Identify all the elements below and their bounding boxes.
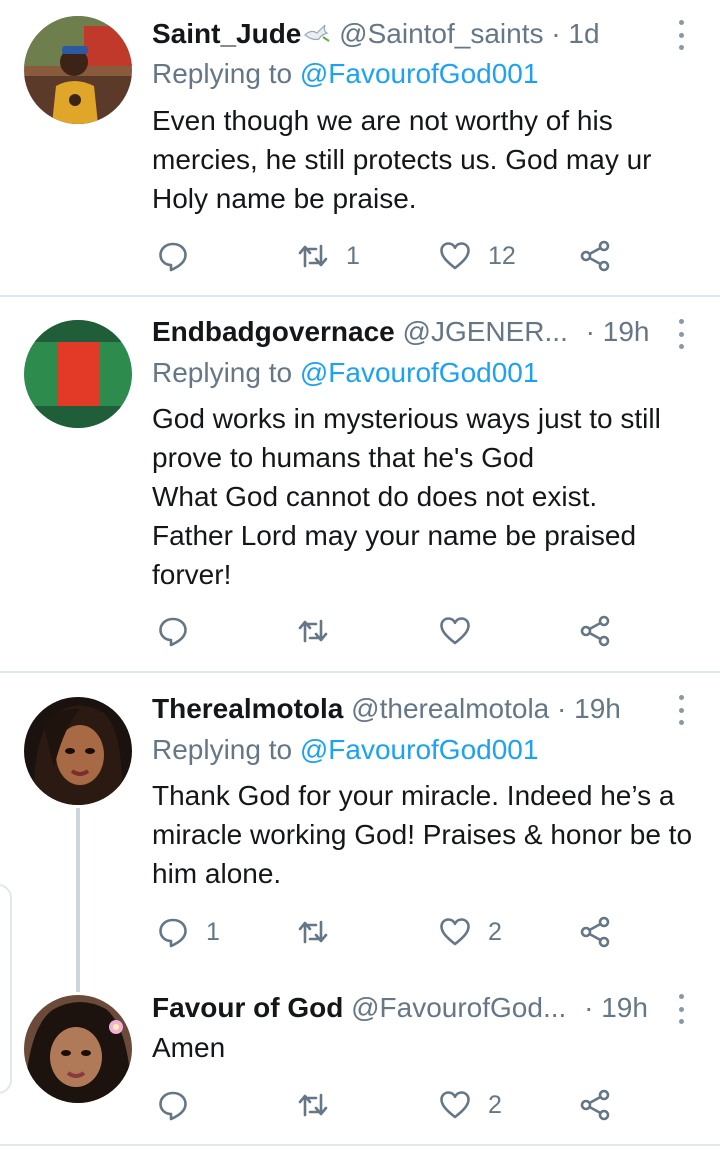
timestamp[interactable]: 19h bbox=[601, 992, 648, 1023]
like-button[interactable]: 12 bbox=[438, 236, 516, 276]
reply-button[interactable] bbox=[156, 611, 190, 651]
share-button[interactable] bbox=[578, 236, 612, 276]
tweet-text: Amen bbox=[152, 1032, 226, 1063]
more-options-icon[interactable] bbox=[676, 695, 686, 725]
replying-prefix: Replying to bbox=[152, 58, 293, 89]
retweet-button[interactable] bbox=[296, 912, 330, 952]
retweet-button[interactable]: 1 bbox=[296, 236, 360, 276]
separator: · bbox=[584, 992, 594, 1023]
tweet-header: Favour of God @FavourofGod... · 19h bbox=[152, 988, 700, 1028]
share-icon bbox=[580, 1089, 610, 1121]
more-options-icon[interactable] bbox=[676, 994, 686, 1024]
reply-button[interactable] bbox=[156, 1085, 190, 1125]
like-button[interactable]: 2 bbox=[438, 1085, 502, 1125]
reply-button[interactable] bbox=[156, 236, 190, 276]
separator: · bbox=[551, 18, 561, 49]
retweet-icon bbox=[298, 920, 328, 944]
user-handle[interactable]: @Saintof_saints bbox=[339, 18, 543, 49]
reply-icon bbox=[159, 918, 187, 948]
mention-link[interactable]: @FavourofGod001 bbox=[300, 357, 539, 388]
more-options-icon[interactable] bbox=[676, 20, 686, 50]
replying-to: Replying to @FavourofGod001 bbox=[152, 730, 538, 770]
separator: · bbox=[585, 316, 595, 347]
retweet-icon bbox=[298, 619, 328, 643]
heart-icon bbox=[440, 242, 470, 270]
heart-icon bbox=[440, 1091, 470, 1119]
replying-to: Replying to @FavourofGod001 bbox=[152, 54, 538, 94]
retweet-count: 1 bbox=[346, 241, 360, 270]
tweet[interactable]: Saint_Jude @Saintof_saints · 1d Replying… bbox=[0, 0, 720, 296]
tweet-header: Saint_Jude @Saintof_saints · 1d bbox=[152, 14, 700, 54]
replying-prefix: Replying to bbox=[152, 734, 293, 765]
share-icon bbox=[580, 916, 610, 948]
heart-icon bbox=[440, 617, 470, 645]
share-button[interactable] bbox=[578, 611, 612, 651]
timestamp[interactable]: 19h bbox=[603, 316, 650, 347]
display-name[interactable]: Therealmotola bbox=[152, 693, 343, 724]
timestamp[interactable]: 19h bbox=[574, 693, 621, 724]
avatar[interactable] bbox=[24, 16, 132, 124]
tweet-header: Therealmotola @therealmotola · 19h bbox=[152, 689, 700, 729]
tweet-header: Endbadgovernace @JGENER... · 19h bbox=[152, 312, 700, 352]
replying-to: Replying to @FavourofGod001 bbox=[152, 353, 538, 393]
like-count: 2 bbox=[488, 917, 502, 946]
replying-prefix: Replying to bbox=[152, 357, 293, 388]
reply-icon bbox=[159, 617, 187, 647]
reply-count: 1 bbox=[206, 917, 220, 946]
divider bbox=[0, 1144, 720, 1146]
reply-button[interactable]: 1 bbox=[156, 912, 220, 952]
display-name[interactable]: Favour of God bbox=[152, 992, 343, 1023]
tweet-text: Even though we are not worthy of his mer… bbox=[152, 105, 652, 214]
reply-feed: Saint_Jude @Saintof_saints · 1d Replying… bbox=[0, 0, 720, 1150]
dove-icon bbox=[303, 16, 331, 54]
tweet-text: God works in mysterious ways just to sti… bbox=[152, 403, 661, 590]
reply-icon bbox=[159, 242, 187, 272]
tweet-actions bbox=[152, 611, 720, 651]
timestamp[interactable]: 1d bbox=[568, 18, 599, 49]
share-icon bbox=[580, 240, 610, 272]
display-name[interactable]: Saint_Jude bbox=[152, 18, 301, 49]
like-count: 12 bbox=[488, 241, 516, 270]
display-name[interactable]: Endbadgovernace bbox=[152, 316, 395, 347]
like-button[interactable]: 2 bbox=[438, 912, 502, 952]
retweet-icon bbox=[298, 1093, 328, 1117]
share-button[interactable] bbox=[578, 1085, 612, 1125]
avatar[interactable] bbox=[24, 320, 132, 428]
share-icon bbox=[580, 615, 610, 647]
more-options-icon[interactable] bbox=[676, 319, 686, 349]
user-handle[interactable]: @FavourofGod... bbox=[351, 992, 566, 1023]
tweet-text: Thank God for your miracle. Indeed he’s … bbox=[152, 780, 693, 889]
retweet-button[interactable] bbox=[296, 611, 330, 651]
like-count: 2 bbox=[488, 1090, 502, 1119]
user-handle[interactable]: @JGENER... bbox=[403, 316, 568, 347]
tweet-actions: 1 2 bbox=[152, 912, 720, 952]
avatar[interactable] bbox=[24, 995, 132, 1103]
like-button[interactable] bbox=[438, 611, 472, 651]
separator: · bbox=[557, 693, 567, 724]
tweet-actions: 2 bbox=[152, 1085, 720, 1125]
retweet-button[interactable] bbox=[296, 1085, 330, 1125]
tweet-actions: 1 12 bbox=[152, 236, 720, 276]
user-handle[interactable]: @therealmotola bbox=[351, 693, 549, 724]
tweet[interactable]: Endbadgovernace @JGENER... · 19h Replyin… bbox=[0, 297, 720, 672]
reply-icon bbox=[159, 1091, 187, 1121]
share-button[interactable] bbox=[578, 912, 612, 952]
retweet-icon bbox=[298, 244, 328, 268]
heart-icon bbox=[440, 918, 470, 946]
tweet[interactable]: Therealmotola @therealmotola · 19h Reply… bbox=[0, 673, 720, 973]
tweet[interactable]: Favour of God @FavourofGod... · 19h Amen… bbox=[0, 975, 720, 1145]
mention-link[interactable]: @FavourofGod001 bbox=[300, 58, 539, 89]
avatar[interactable] bbox=[24, 697, 132, 805]
mention-link[interactable]: @FavourofGod001 bbox=[300, 734, 539, 765]
